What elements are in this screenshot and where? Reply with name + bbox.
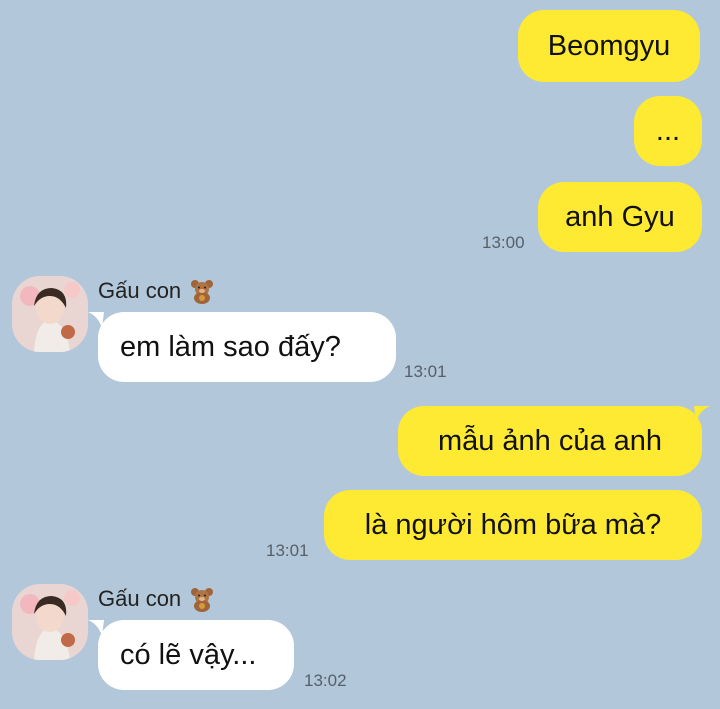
teddy-bear-icon (191, 588, 214, 612)
message-timestamp: 13:01 (266, 541, 309, 560)
message-text: Beomgyu (547, 29, 671, 62)
bubble-tail (88, 620, 104, 636)
message-text: anh Gyu (565, 200, 675, 233)
outgoing-message-bubble[interactable]: mẫu ảnh của anh (398, 406, 702, 476)
outgoing-message-bubble[interactable]: ... (634, 96, 702, 166)
bubble-tail (88, 312, 104, 328)
bubble-tail (694, 406, 710, 422)
teddy-bear-icon (191, 280, 214, 304)
sender-name: Gấu con (98, 586, 215, 612)
message-text: là người hôm bữa mà? (364, 508, 662, 541)
message-timestamp: 13:02 (304, 671, 347, 690)
message-timestamp: 13:00 (482, 233, 525, 252)
outgoing-message-bubble[interactable]: Beomgyu (518, 10, 700, 82)
message-text: mẫu ảnh của anh (437, 424, 663, 457)
outgoing-message-bubble[interactable]: anh Gyu (538, 182, 702, 252)
message-timestamp: 13:01 (404, 362, 447, 381)
incoming-message-bubble[interactable]: có lẽ vậy... (98, 620, 294, 690)
contact-avatar[interactable] (12, 276, 88, 352)
message-text: có lẽ vậy... (120, 638, 257, 671)
message-text: em làm sao đấy? (120, 330, 341, 363)
incoming-message-bubble[interactable]: em làm sao đấy? (98, 312, 396, 382)
contact-avatar[interactable] (12, 584, 88, 660)
outgoing-message-bubble[interactable]: là người hôm bữa mà? (324, 490, 702, 560)
message-text: ... (655, 114, 681, 147)
sender-name: Gấu con (98, 278, 215, 304)
